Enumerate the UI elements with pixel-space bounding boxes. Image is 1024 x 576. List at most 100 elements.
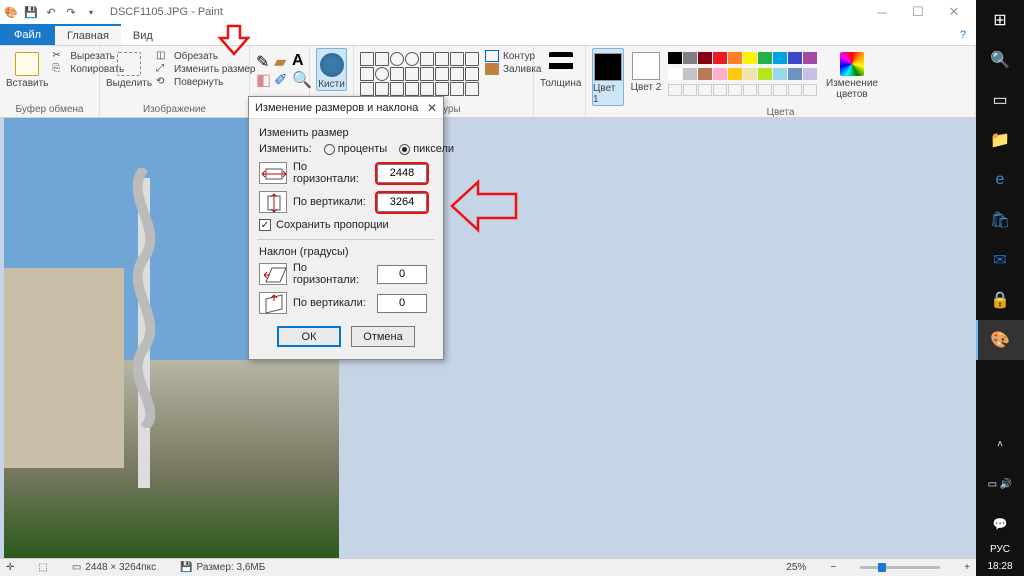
brushes-button[interactable]: Кисти <box>316 48 347 91</box>
tab-home[interactable]: Главная <box>55 24 121 45</box>
radio-percent[interactable]: проценты <box>324 143 388 155</box>
redo-icon[interactable]: ↷ <box>64 5 78 19</box>
window-title: DSCF1105.JPG - Paint <box>110 6 223 18</box>
skew-group-label: Наклон (градусы) <box>259 246 433 258</box>
tab-view[interactable]: Вид <box>121 24 165 45</box>
undo-icon[interactable]: ↶ <box>44 5 58 19</box>
color1-button[interactable]: Цвет 1 <box>592 48 624 106</box>
skew-horiz-input[interactable] <box>377 265 427 284</box>
zoom-slider[interactable] <box>860 566 940 569</box>
save-icon[interactable]: 💾 <box>24 5 38 19</box>
windows-taskbar[interactable]: ⊞ 🔍 ▭ 📁 e 🛍 ✉ 🔒 🎨 ˄ ▭ 🔊 💬 РУС 18:28 <box>976 0 1024 576</box>
explorer-icon[interactable]: 📁 <box>976 120 1024 160</box>
brushes-label: Кисти <box>318 79 345 90</box>
resize-icon: ⤢ <box>156 63 170 75</box>
resize-vert-input[interactable] <box>377 193 427 212</box>
bucket-icon[interactable]: ▰ <box>274 52 290 68</box>
palette-row-top[interactable] <box>668 48 817 64</box>
cut-icon: ✂ <box>52 50 66 62</box>
color1-swatch <box>594 53 622 81</box>
tools-grid[interactable]: ✎▰A ◧✐🔍 <box>256 48 308 86</box>
thickness-icon <box>549 52 573 76</box>
palette-row-custom[interactable] <box>668 80 817 96</box>
paste-label: Вставить <box>6 78 48 89</box>
zoom-label: 25% <box>786 562 806 573</box>
eraser-icon[interactable]: ◧ <box>256 70 272 86</box>
palette-row-bottom[interactable] <box>668 64 817 80</box>
skew-horiz-icon <box>259 263 287 285</box>
photo-monument <box>114 128 174 488</box>
resize-skew-dialog: Изменение размеров и наклона ✕ Изменить … <box>248 96 444 360</box>
crop-button[interactable]: ◫Обрезать <box>156 50 255 62</box>
ok-button[interactable]: ОК <box>277 326 341 347</box>
dialog-close-button[interactable]: ✕ <box>427 101 437 115</box>
cursor-icon: ✛ <box>6 562 14 573</box>
outline-icon <box>485 50 499 62</box>
skew-vert-label: По вертикали: <box>293 297 371 309</box>
edit-colors-button[interactable]: Изменение цветов <box>823 48 881 100</box>
chevron-up-icon[interactable]: ˄ <box>976 424 1024 464</box>
cursor-pos: ✛ <box>6 562 14 573</box>
zoom-icon[interactable]: 🔍 <box>292 70 308 86</box>
notifications-icon[interactable]: 💬 <box>976 504 1024 544</box>
pencil-icon[interactable]: ✎ <box>256 52 272 68</box>
zoom-in-button[interactable]: + <box>964 562 970 573</box>
cancel-button[interactable]: Отмена <box>351 326 415 347</box>
task-view-icon[interactable]: ▭ <box>976 80 1024 120</box>
picker-icon[interactable]: ✐ <box>274 70 290 86</box>
skew-horiz-label: По горизонтали: <box>293 262 371 286</box>
resize-vert-icon <box>259 191 287 213</box>
shapes-gallery[interactable] <box>360 48 479 96</box>
close-button[interactable]: ✕ <box>936 0 972 24</box>
color2-button[interactable]: Цвет 2 <box>630 48 662 93</box>
resize-vert-label: По вертикали: <box>293 196 371 208</box>
text-icon[interactable]: A <box>292 52 308 68</box>
outlook-icon[interactable]: ✉ <box>976 240 1024 280</box>
paint-taskbar-icon[interactable]: 🎨 <box>976 320 1024 360</box>
resize-horiz-input[interactable] <box>377 164 427 183</box>
resize-horiz-icon <box>259 162 287 184</box>
selection-size: ⬚ <box>38 562 47 573</box>
tab-file[interactable]: Файл <box>0 24 55 45</box>
copy-icon: ⎘ <box>52 63 66 75</box>
clock[interactable]: 18:28 <box>987 561 1012 576</box>
canvas-area[interactable] <box>0 118 976 558</box>
skew-vert-input[interactable] <box>377 294 427 313</box>
thickness-label: Толщина <box>540 78 581 89</box>
paste-button[interactable]: Вставить <box>6 48 48 89</box>
start-button[interactable]: ⊞ <box>976 0 1024 40</box>
help-icon[interactable]: ? <box>960 24 966 45</box>
resize-button[interactable]: ⤢Изменить размер <box>156 63 255 75</box>
crop-icon: ◫ <box>156 50 170 62</box>
rotate-icon: ⟲ <box>156 76 170 88</box>
app-icon[interactable]: 🔒 <box>976 280 1024 320</box>
tray-icons[interactable]: ▭ 🔊 <box>976 464 1024 504</box>
store-icon[interactable]: 🛍 <box>976 200 1024 240</box>
edit-colors-icon <box>840 52 864 76</box>
thickness-button[interactable]: Толщина <box>540 48 581 89</box>
group-image-label: Изображение <box>106 103 243 117</box>
maximize-button[interactable]: ☐ <box>900 0 936 24</box>
fill-icon <box>485 63 499 75</box>
color2-label: Цвет 2 <box>631 82 662 93</box>
color1-label: Цвет 1 <box>593 83 623 105</box>
statusbar: ✛ ⬚ ▭2448 × 3264пкс 💾Размер: 3,6МБ 25% −… <box>0 558 976 576</box>
disk-icon: 💾 <box>180 562 192 573</box>
select-button[interactable]: Выделить <box>106 48 152 89</box>
resize-by-label: Изменить: <box>259 143 312 155</box>
zoom-out-button[interactable]: − <box>830 562 836 573</box>
paste-icon <box>15 52 39 76</box>
edge-icon[interactable]: e <box>976 160 1024 200</box>
input-language[interactable]: РУС <box>990 544 1010 555</box>
keep-aspect-checkbox[interactable]: ✓Сохранить пропорции <box>259 219 433 231</box>
canvas-dims: ▭2448 × 3264пкс <box>72 562 156 573</box>
qat-dropdown-icon[interactable]: ▾ <box>84 5 98 19</box>
rotate-button[interactable]: ⟲Повернуть <box>156 76 255 88</box>
brush-icon <box>320 53 344 77</box>
file-size: 💾Размер: 3,6МБ <box>180 562 265 573</box>
search-icon[interactable]: 🔍 <box>976 40 1024 80</box>
dims-icon: ▭ <box>72 562 81 573</box>
radio-pixels[interactable]: пиксели <box>399 143 454 155</box>
ribbon-tabs: Файл Главная Вид ? <box>0 24 976 46</box>
minimize-button[interactable]: ─ <box>864 0 900 24</box>
